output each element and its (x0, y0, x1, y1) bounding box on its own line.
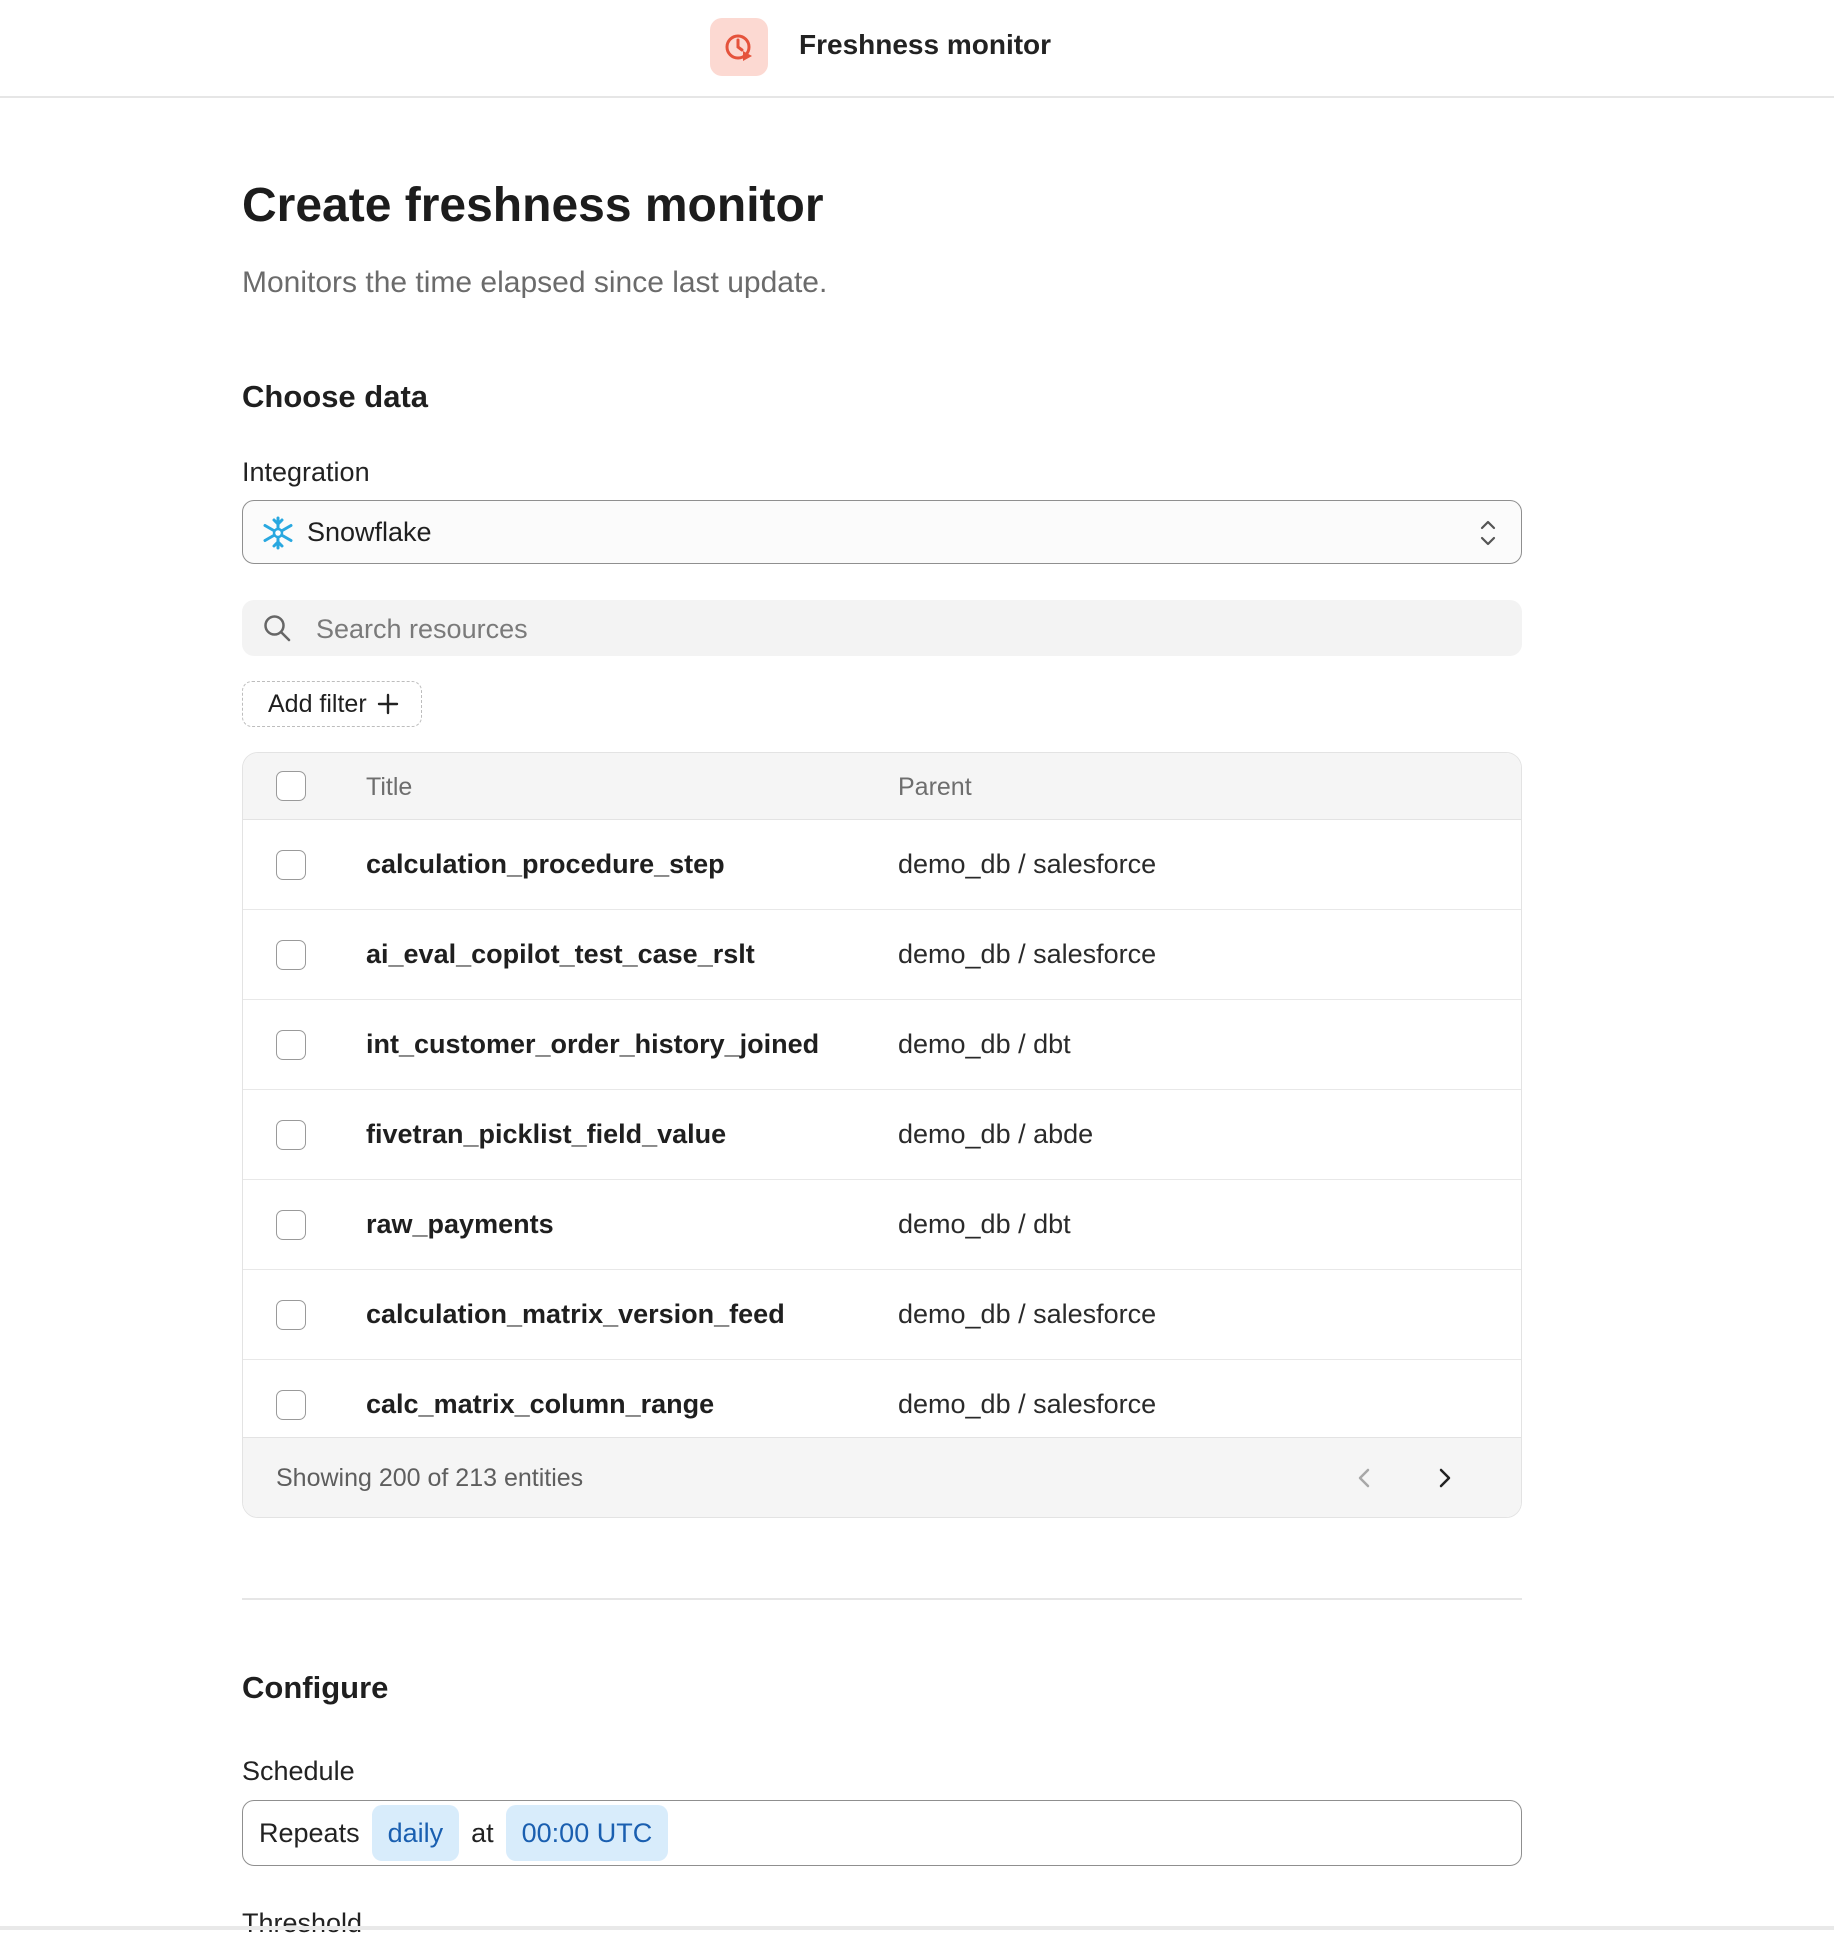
row-checkbox[interactable] (276, 1030, 306, 1060)
add-filter-button[interactable]: Add filter (242, 681, 422, 727)
select-all-checkbox[interactable] (276, 771, 306, 801)
time-chip[interactable]: 00:00 UTC (505, 1805, 669, 1861)
row-parent: demo_db / salesforce (898, 939, 1157, 969)
schedule-field: Repeats daily at 00:00 UTC (242, 1800, 1522, 1866)
resources-table: Title Parent calculation_procedure_step … (242, 752, 1522, 1518)
chevron-left-icon[interactable] (1349, 1462, 1381, 1494)
row-checkbox[interactable] (276, 1300, 306, 1330)
section-divider (242, 1598, 1522, 1600)
snowflake-icon (263, 516, 293, 550)
plus-icon (377, 693, 398, 715)
app-title: Freshness monitor (799, 29, 1052, 60)
top-bar: Freshness monitor (0, 0, 1834, 98)
schedule-label: Schedule (242, 1756, 355, 1786)
table-row[interactable]: ai_eval_copilot_test_case_rslt demo_db /… (243, 910, 1521, 1000)
scroll-edge (0, 1926, 1834, 1930)
row-title: raw_payments (366, 1209, 554, 1239)
configure-heading: Configure (242, 1670, 389, 1705)
search-bar (242, 600, 1522, 656)
row-checkbox[interactable] (276, 1390, 306, 1420)
row-title: ai_eval_copilot_test_case_rslt (366, 939, 755, 969)
table-row[interactable]: calculation_procedure_step demo_db / sal… (243, 820, 1521, 910)
row-title: fivetran_picklist_field_value (366, 1119, 727, 1149)
row-parent: demo_db / dbt (898, 1029, 1071, 1059)
row-title: calculation_procedure_step (366, 849, 725, 879)
chevron-right-icon[interactable] (1429, 1462, 1461, 1494)
entity-count: Showing 200 of 213 entities (276, 1464, 584, 1492)
row-checkbox[interactable] (276, 850, 306, 880)
search-icon (264, 615, 291, 642)
row-parent: demo_db / abde (898, 1119, 1094, 1149)
integration-select[interactable]: Snowflake (242, 500, 1522, 564)
row-parent: demo_db / salesforce (898, 1389, 1157, 1419)
chevron-up-down-icon (1480, 520, 1496, 546)
row-title: calculation_matrix_version_feed (366, 1299, 785, 1329)
column-header-parent: Parent (898, 773, 972, 801)
search-input[interactable] (314, 608, 1498, 650)
table-row[interactable]: raw_payments demo_db / dbt (243, 1180, 1521, 1270)
table-row[interactable]: int_customer_order_history_joined demo_d… (243, 1000, 1521, 1090)
row-title: int_customer_order_history_joined (366, 1029, 820, 1059)
repeats-text: Repeats (259, 1817, 360, 1848)
integration-label: Integration (242, 457, 370, 487)
add-filter-label: Add filter (268, 689, 367, 718)
row-parent: demo_db / salesforce (898, 849, 1157, 879)
choose-data-heading: Choose data (242, 379, 429, 414)
column-header-title: Title (366, 773, 413, 801)
page-title: Create freshness monitor (242, 179, 824, 232)
integration-value: Snowflake (307, 517, 432, 547)
table-footer: Showing 200 of 213 entities (243, 1437, 1521, 1517)
row-title: calc_matrix_column_range (366, 1389, 715, 1419)
table-header: Title Parent (243, 753, 1521, 820)
at-text: at (471, 1817, 494, 1848)
table-row[interactable]: fivetran_picklist_field_value demo_db / … (243, 1090, 1521, 1180)
row-checkbox[interactable] (276, 1120, 306, 1150)
table-row[interactable]: calculation_matrix_version_feed demo_db … (243, 1270, 1521, 1360)
row-checkbox[interactable] (276, 940, 306, 970)
row-checkbox[interactable] (276, 1210, 306, 1240)
threshold-label: Threshold (242, 1908, 363, 1938)
clock-alert-icon (710, 18, 768, 76)
row-parent: demo_db / dbt (898, 1209, 1071, 1239)
frequency-chip[interactable]: daily (371, 1805, 460, 1861)
row-parent: demo_db / salesforce (898, 1299, 1157, 1329)
page-subtitle: Monitors the time elapsed since last upd… (242, 266, 828, 299)
